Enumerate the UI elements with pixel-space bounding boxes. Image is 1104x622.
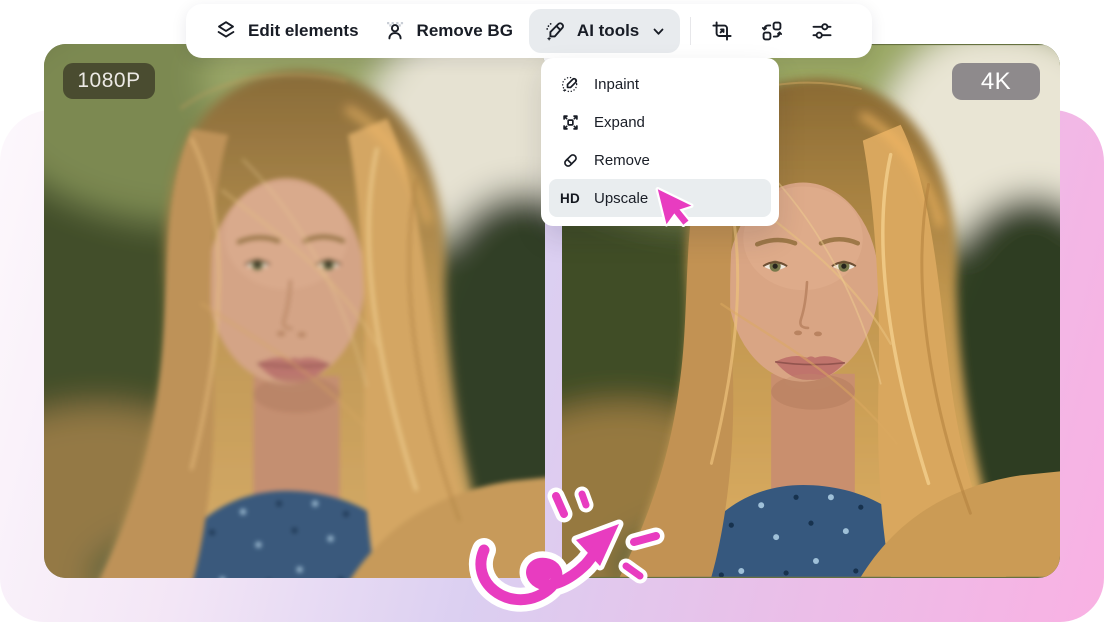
adjust-sliders-icon (810, 19, 834, 43)
ai-tools-button[interactable]: AI tools (528, 9, 681, 53)
expand-arrows-icon (559, 112, 581, 133)
edit-elements-label: Edit elements (248, 21, 359, 40)
menu-item-label: Remove (594, 151, 650, 169)
edit-elements-button[interactable]: Edit elements (202, 11, 371, 51)
ai-tools-label: AI tools (576, 21, 640, 40)
menu-item-remove[interactable]: Remove (549, 141, 771, 179)
editor-toolbar: Edit elements Remove BG AI tools (186, 4, 872, 58)
menu-item-label: Expand (594, 113, 645, 131)
replace-button[interactable] (747, 11, 797, 51)
remove-bg-button[interactable]: Remove BG (371, 11, 525, 51)
crop-icon (710, 19, 734, 43)
hero-canvas: 1080P 4K Edit elements Remove BG AI tool… (0, 0, 1104, 622)
adjust-button[interactable] (797, 11, 847, 51)
inpaint-pen-icon (559, 74, 581, 95)
eraser-icon (559, 150, 581, 171)
hd-badge-icon: HD (560, 190, 580, 206)
menu-item-expand[interactable]: Expand (549, 103, 771, 141)
menu-item-label: Inpaint (594, 75, 640, 93)
layers-icon (214, 19, 238, 43)
remove-bg-label: Remove BG (416, 21, 513, 40)
menu-item-label: Upscale (594, 189, 649, 207)
resolution-badge-1080p: 1080P (63, 63, 155, 99)
toolbar-divider (690, 17, 692, 45)
chevron-down-icon (651, 24, 666, 39)
replace-icon (760, 19, 784, 43)
pink-arrow-doodle (469, 486, 665, 612)
person-bg-icon (383, 19, 407, 43)
resolution-badge-4k: 4K (952, 63, 1040, 100)
crop-button[interactable] (697, 11, 747, 51)
ai-pen-icon (543, 19, 567, 43)
menu-item-inpaint[interactable]: Inpaint (549, 65, 771, 103)
pink-cursor-pointer (655, 187, 694, 227)
